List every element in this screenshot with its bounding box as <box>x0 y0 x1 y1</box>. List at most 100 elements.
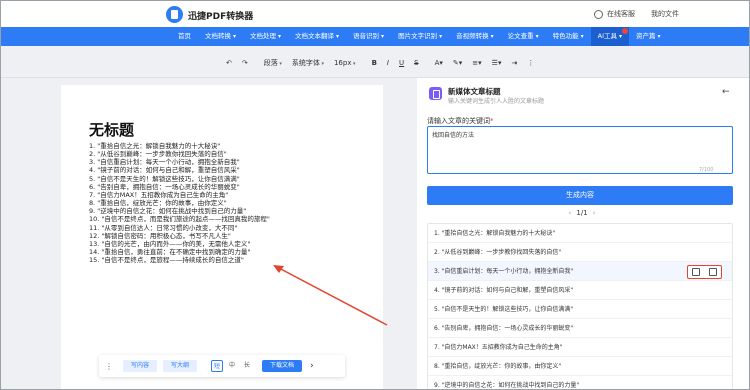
result-list: 1. "重拾自信之光：解锁自我魅力的十大秘诀" 2. "从低谷到巅峰：一步步教你找… <box>427 223 733 389</box>
redo-icon[interactable]: ↷ <box>237 59 253 67</box>
char-count: 7/100 <box>699 167 714 173</box>
nav-item-label: 图片文字识别 <box>398 32 438 40</box>
hot-badge <box>622 28 629 34</box>
document-line[interactable]: 11. "从零到自信达人：日常习惯的小改变，大不同" <box>89 224 369 232</box>
document-title[interactable]: 无标题 <box>89 119 134 140</box>
prev-page-icon[interactable]: ‹ <box>569 209 572 217</box>
page-indicator: 1/1 <box>576 209 588 217</box>
result-item-text: 1. "重拾自信之光：解锁自我魅力的十大秘诀" <box>434 230 556 237</box>
result-item[interactable]: 9. "逆境中的自信之花：如何在挑战中找到自己的力量" <box>428 376 732 389</box>
drag-handle-icon[interactable]: ⋮ <box>105 362 113 371</box>
nav-item-label: 特色功能 <box>552 32 579 40</box>
nav-item-label: 音视频转换 <box>456 32 489 40</box>
italic-button[interactable]: I <box>382 59 394 67</box>
more-icon[interactable]: ⋮ <box>522 59 539 67</box>
nav-item[interactable]: 图片文字识别 <box>391 27 449 46</box>
document-page[interactable]: 无标题 1. "重拾自信之光：解锁自我魅力的十大秘诀" 2. "从低谷到巅峰：一步… <box>61 85 383 389</box>
nav-item[interactable]: AI工具 <box>590 27 630 46</box>
underline-button[interactable]: U <box>394 59 409 67</box>
top-header: 迅捷PDF转换器 在线客服 我的文件 <box>1 1 749 102</box>
nav-item-label: 资产篇 <box>636 32 656 40</box>
document-line[interactable]: 6. "告别自卑，拥抱自信：一场心灵成长的华丽蜕变" <box>89 183 369 191</box>
copy-icon[interactable] <box>708 268 717 276</box>
nav-item-label: 语音识别 <box>353 32 380 40</box>
document-line[interactable]: 14. "重拾自信，勇往直前：在不确定中找到确定的力量" <box>89 248 369 256</box>
result-item[interactable]: 8. "重拾自信，绽放光芒：你的故事，由你定义" <box>428 357 732 376</box>
nav-item[interactable]: 资产篇 <box>629 27 668 46</box>
online-support-link[interactable]: 在线客服 <box>594 9 635 19</box>
strikethrough-button[interactable]: S <box>409 59 423 67</box>
nav-item[interactable]: 音视频转换 <box>449 27 501 46</box>
undo-icon[interactable]: ↶ <box>221 59 237 67</box>
bottom-action-bar: ⋮ 写内容 写大纲 短 中 长 下载文档 › <box>99 355 345 377</box>
my-files-link[interactable]: 我的文件 <box>651 9 719 102</box>
result-pager: ‹ 1/1 › <box>417 209 747 217</box>
result-item-text: 6. "告别自卑，拥抱自信：一场心灵成长的华丽蜕变" <box>434 325 574 332</box>
bold-button[interactable]: B <box>367 59 382 67</box>
result-item[interactable]: 3. "自信重启计划：每天一个小行动，拥抱全新自我" <box>428 262 732 281</box>
nav-item[interactable]: 首页 <box>171 27 198 46</box>
app-title: 迅捷PDF转换器 <box>188 12 254 22</box>
nav-item[interactable]: 文档文本翻译 <box>288 27 346 46</box>
chevron-right-icon[interactable]: › <box>310 361 314 371</box>
paragraph-select[interactable]: 段落 <box>259 58 287 68</box>
document-line[interactable]: 4. "镜子前的对话：如何与自己和解，重塑自信风采" <box>89 166 369 174</box>
insert-icon[interactable] <box>692 268 701 276</box>
result-item[interactable]: 7. "自信力MAX！五招教你成为自己生命的主角" <box>428 338 732 357</box>
nav-item-label: 文档处理 <box>250 32 277 40</box>
result-item[interactable]: 4. "镜子前的对话：如何与自己和解，重塑自信风采" <box>428 281 732 300</box>
panel-subtitle: 输入关键词生成引人入胜的文章标题 <box>448 98 545 105</box>
next-page-icon[interactable]: › <box>593 209 596 217</box>
result-item-text: 5. "自信不是天生的！解锁这些技巧，让你自信满满" <box>434 306 574 313</box>
document-line[interactable]: 10. "自信不是终点，而是我们旅途的起点——找回真我的旅程" <box>89 215 369 223</box>
indent-icon[interactable]: ⇥ <box>506 59 522 67</box>
length-short-button[interactable]: 短 <box>211 360 224 372</box>
document-line[interactable]: 1. "重拾自信之光：解锁自我魅力的十大秘诀" <box>89 142 369 150</box>
editor-toolbar: ↶ ↷ 段落 系统字体 16px B I U S A▾ ✎▾ ≡▾ ☰▾ ⇥ ⋮ <box>221 55 534 71</box>
length-medium-button[interactable]: 中 <box>226 360 238 372</box>
document-body[interactable]: 1. "重拾自信之光：解锁自我魅力的十大秘诀" 2. "从低谷到巅峰：一步步教你找… <box>89 142 369 264</box>
document-line[interactable]: 12. "解锁自信密码：用积极心态，书写不凡人生" <box>89 232 369 240</box>
my-files-label: 我的文件 <box>651 10 679 18</box>
annotation-arrow-icon <box>273 265 388 326</box>
keyword-label: 请输入文章的关键词* <box>427 116 494 126</box>
length-long-button[interactable]: 长 <box>241 360 253 372</box>
ai-tool-panel: 新媒体文章标题 输入关键词生成引人入胜的文章标题 ← 请输入文章的关键词* 找回… <box>417 78 749 389</box>
result-item[interactable]: 6. "告别自卑，拥抱自信：一场心灵成长的华丽蜕变" <box>428 319 732 338</box>
write-content-button[interactable]: 写内容 <box>123 360 158 372</box>
nav-item-label: 首页 <box>178 32 191 40</box>
nav-item[interactable]: 特色功能 <box>546 27 591 46</box>
online-support-label: 在线客服 <box>607 10 635 18</box>
document-line[interactable]: 7. "自信力MAX！五招教你成为自己生命的主角" <box>89 191 369 199</box>
document-line[interactable]: 13. "自信的光芒，由内而外——你的美，无需他人定义" <box>89 240 369 248</box>
font-size-select[interactable]: 16px <box>329 59 361 67</box>
nav-item[interactable]: 文档处理 <box>243 27 288 46</box>
article-title-tool-icon <box>429 87 442 100</box>
result-item-text: 7. "自信力MAX！五招教你成为自己生命的主角" <box>434 344 563 351</box>
text-color-icon[interactable]: A▾ <box>430 59 448 67</box>
result-actions <box>687 265 722 279</box>
generate-button[interactable]: 生成内容 <box>427 186 733 205</box>
nav-item[interactable]: 文档转换 <box>198 27 243 46</box>
keyword-label-text: 请输入文章的关键词 <box>427 117 490 125</box>
back-arrow-icon[interactable]: ← <box>722 87 730 97</box>
write-outline-button[interactable]: 写大纲 <box>163 360 198 372</box>
keyword-input[interactable]: 找回自信的方法 <box>427 126 733 174</box>
result-item-text: 4. "镜子前的对话：如何与自己和解，重塑自信风采" <box>434 287 574 294</box>
app-window: 迅捷PDF转换器 在线客服 我的文件 首页 文档转换 文档处理 文档文本翻译 语音识别 图… <box>0 0 750 390</box>
nav-item[interactable]: 论文查重 <box>501 27 546 46</box>
result-item[interactable]: 2. "从低谷到巅峰：一步步教你找回失落的自信" <box>428 243 732 262</box>
nav-item[interactable]: 语音识别 <box>346 27 391 46</box>
list-icon[interactable]: ☰▾ <box>487 59 507 67</box>
required-marker: * <box>490 117 494 125</box>
document-line[interactable]: 5. "自信不是天生的！解锁这些技巧，让你自信满满" <box>89 175 369 183</box>
align-icon[interactable]: ≡▾ <box>467 59 486 67</box>
font-select[interactable]: 系统字体 <box>287 58 329 68</box>
result-item-text: 9. "逆境中的自信之花：如何在挑战中找到自己的力量" <box>434 382 580 389</box>
highlight-icon[interactable]: ✎▾ <box>448 59 467 67</box>
download-document-button[interactable]: 下载文档 <box>262 360 303 372</box>
result-item[interactable]: 5. "自信不是天生的！解锁这些技巧，让你自信满满" <box>428 300 732 319</box>
nav-item-label: 论文查重 <box>507 32 534 40</box>
result-item-text: 3. "自信重启计划：每天一个小行动，拥抱全新自我" <box>434 268 574 275</box>
result-item[interactable]: 1. "重拾自信之光：解锁自我魅力的十大秘诀" <box>428 224 732 243</box>
